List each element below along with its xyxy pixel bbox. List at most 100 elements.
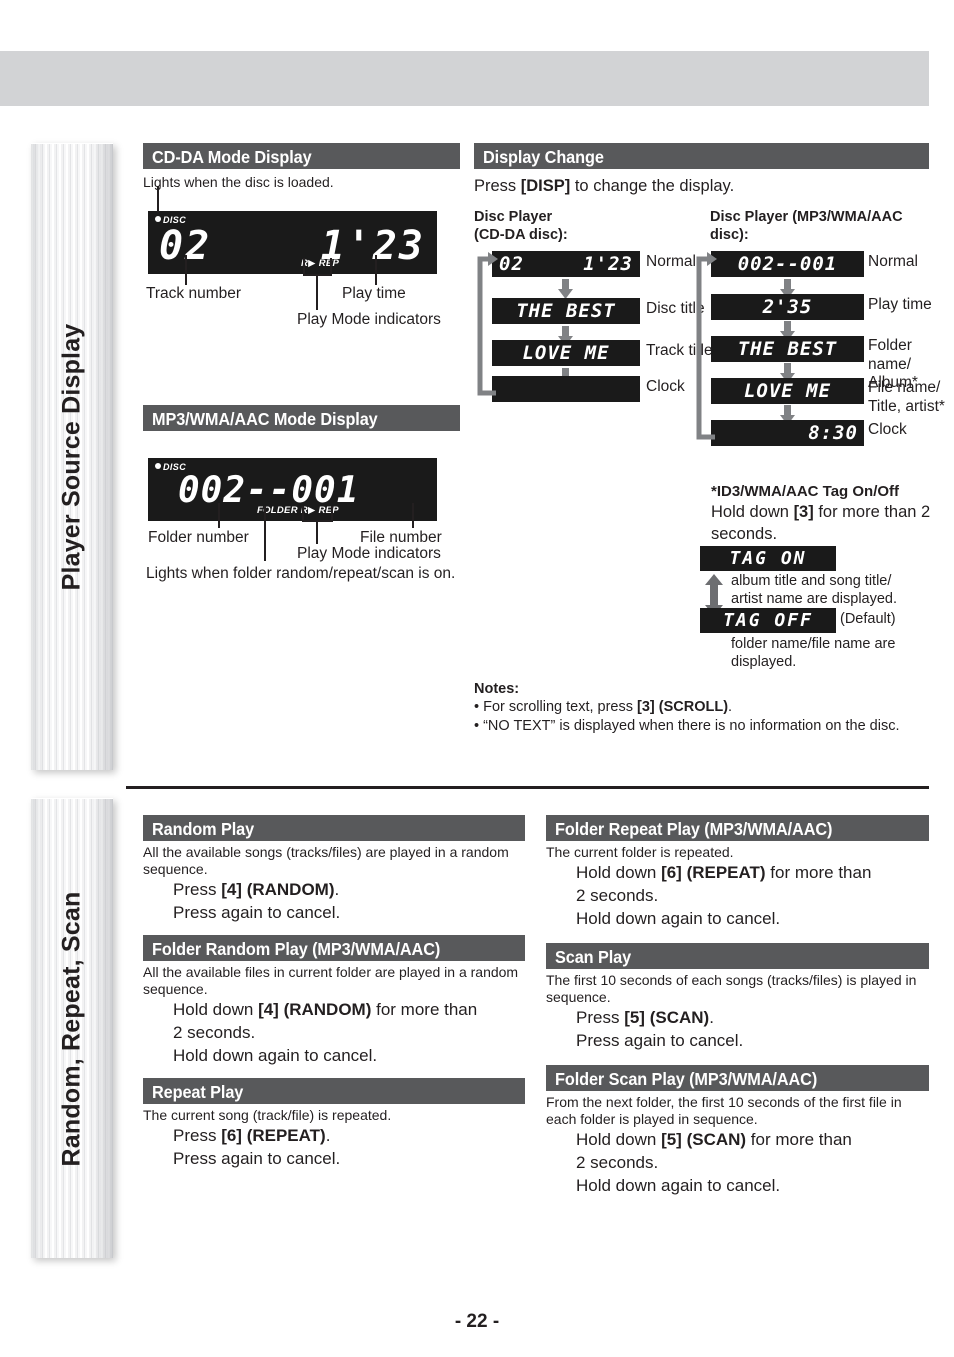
mp3-flow-screen-clock: 8:30	[711, 420, 864, 446]
display-change-header: Display Change	[474, 143, 929, 169]
cd-flow-title: Disc Player (CD-DA disc):	[474, 209, 568, 243]
folder-random-play-step: Hold down again to cancel.	[173, 1046, 378, 1065]
note-item: • “NO TEXT” is displayed when there is n…	[474, 718, 900, 734]
mp3-flow-screen-folder-name: THE BEST	[711, 336, 864, 362]
random-play-desc: All the available songs (tracks/files) a…	[143, 844, 509, 877]
mp3-flow-label-file-name: File name/ Title, artist*	[868, 379, 945, 415]
lcd-play-mode-indicators: FOLDER R▶ REP	[257, 505, 339, 516]
section-folder-random-play: Folder Random Play (MP3/WMA/AAC) All the…	[143, 935, 525, 1067]
repeat-play-step: Press again to cancel.	[173, 1149, 341, 1168]
tag-on-description: album title and song title/ artist name …	[731, 573, 898, 607]
caption-play-mode-indicators: Play Mode indicators	[297, 311, 441, 328]
leader-line-play-time	[375, 255, 377, 285]
mp3-mode-header: MP3/WMA/AAC Mode Display	[143, 405, 460, 431]
folder-scan-play-desc: From the next folder, the first 10 secon…	[546, 1094, 902, 1127]
folder-scan-play-step: Hold down again to cancel.	[576, 1176, 781, 1195]
cd-da-lcd-panel: DISC 02 1'23 R▶ REP	[148, 211, 437, 274]
scan-play-header: Scan Play	[546, 943, 929, 969]
side-tab-random-repeat-scan: Random, Repeat, Scan	[31, 798, 113, 1258]
cd-flow-screen-clock: 8:30	[492, 376, 640, 402]
leader-line-disc	[157, 186, 159, 212]
side-tab-player-source-display: Player Source Display	[31, 143, 113, 770]
folder-repeat-play-header: Folder Repeat Play (MP3/WMA/AAC)	[546, 815, 929, 841]
section-folder-repeat-play: Folder Repeat Play (MP3/WMA/AAC) The cur…	[546, 815, 929, 930]
mp3-flow-title: Disc Player (MP3/WMA/AAC disc):	[710, 209, 903, 243]
mp3-lcd-panel: DISC 002--001 FOLDER R▶ REP	[148, 458, 437, 521]
tag-section-instruction: Hold down [3] for more than 2 seconds.	[711, 503, 931, 543]
folder-random-play-step: Hold down [4] (RANDOM) for more than	[173, 1000, 478, 1019]
mp3-mode-section: MP3/WMA/AAC Mode Display	[143, 405, 460, 431]
cd-flow-screen-normal: 02 1'23	[492, 251, 640, 277]
cd-flow-screen-disc-title: THE BEST	[492, 298, 640, 324]
tag-on-off-section: *ID3/WMA/AAC Tag On/Off Hold down [3] fo…	[711, 482, 936, 545]
folder-repeat-play-step: Hold down again to cancel.	[576, 909, 781, 928]
note-item: • For scrolling text, press [3] (SCROLL)…	[474, 699, 733, 715]
mp3-flow-loop-connector	[691, 251, 717, 451]
folder-random-play-desc: All the available files in current folde…	[143, 964, 519, 997]
repeat-play-step: Press [6] (REPEAT).	[173, 1126, 331, 1145]
tag-off-default-label: (Default)	[840, 611, 896, 627]
mp3-flow-label-normal: Normal	[868, 253, 918, 270]
mp3-flow-screen-normal: 002--001	[711, 251, 864, 277]
cd-flow-loop-connector	[472, 251, 498, 406]
leader-line-folder-number	[218, 503, 220, 528]
scan-play-step: Press [5] (SCAN).	[576, 1008, 714, 1027]
repeat-play-header: Repeat Play	[143, 1078, 525, 1104]
cd-da-loaded-note: Lights when the disc is loaded.	[143, 174, 334, 190]
notes-block: Notes: • For scrolling text, press [3] (…	[474, 681, 934, 736]
cd-flow-screen-track-title: LOVE ME	[492, 340, 640, 366]
tag-off-screen: TAG OFF	[700, 608, 836, 633]
play-modes-right-column: Folder Repeat Play (MP3/WMA/AAC) The cur…	[546, 815, 929, 1197]
caption-folder-number: Folder number	[148, 529, 249, 546]
tag-off-description: folder name/file name are displayed.	[731, 636, 896, 670]
folder-repeat-play-desc: The current folder is repeated.	[546, 844, 734, 860]
folder-random-play-header: Folder Random Play (MP3/WMA/AAC)	[143, 935, 525, 961]
top-banner-band	[0, 51, 929, 106]
leader-line-folder-indicator	[264, 506, 266, 561]
mp3-flow-label-play-time: Play time	[868, 296, 932, 313]
mp3-flow-label-clock: Clock	[868, 421, 907, 438]
repeat-play-desc: The current song (track/file) is repeate…	[143, 1107, 392, 1123]
folder-repeat-play-step: Hold down [6] (REPEAT) for more than	[576, 863, 872, 882]
lcd-play-mode-indicators: R▶ REP	[301, 258, 340, 269]
caption-play-time: Play time	[342, 285, 406, 302]
side-tab-label: Player Source Display	[57, 323, 86, 591]
folder-random-play-step: 2 seconds.	[173, 1023, 256, 1042]
scan-play-step: Press again to cancel.	[576, 1031, 744, 1050]
section-repeat-play: Repeat Play The current song (track/file…	[143, 1078, 525, 1170]
scan-play-desc: The first 10 seconds of each songs (trac…	[546, 972, 917, 1005]
cd-flow-label-normal: Normal	[646, 253, 696, 270]
mp3-flow-screen-file-name: LOVE ME	[711, 378, 864, 404]
random-play-step: Press [4] (RANDOM).	[173, 880, 340, 899]
cd-da-mode-section: CD-DA Mode Display Lights when the disc …	[143, 143, 460, 191]
side-tab-label: Random, Repeat, Scan	[57, 891, 86, 1166]
display-change-section: Display Change Press [DISP] to change th…	[474, 143, 929, 198]
section-divider-rule	[126, 786, 929, 789]
leader-line-track-number	[185, 255, 187, 285]
random-play-step: Press again to cancel.	[173, 903, 341, 922]
leader-line-file-number	[412, 503, 414, 528]
folder-scan-play-step: 2 seconds.	[576, 1153, 659, 1172]
display-change-intro: Press [DISP] to change the display.	[474, 177, 735, 195]
cd-flow-label-clock: Clock	[646, 378, 685, 395]
random-play-header: Random Play	[143, 815, 525, 841]
mp3-flow-screen-play-time: 2'35	[711, 294, 864, 320]
page-number: - 22 -	[454, 1311, 500, 1332]
flow-arrow-down-icon	[557, 279, 574, 299]
caption-folder-lights-note: Lights when folder random/repeat/scan is…	[146, 565, 456, 582]
section-folder-scan-play: Folder Scan Play (MP3/WMA/AAC) From the …	[546, 1065, 929, 1197]
caption-track-number: Track number	[146, 285, 242, 302]
caption-mp3-play-mode-indicators: Play Mode indicators	[297, 545, 441, 562]
folder-scan-play-step: Hold down [5] (SCAN) for more than	[576, 1130, 852, 1149]
tag-on-screen: TAG ON	[700, 546, 836, 571]
section-scan-play: Scan Play The first 10 seconds of each s…	[546, 943, 929, 1052]
folder-repeat-play-step: 2 seconds.	[576, 886, 659, 905]
cd-da-mode-header: CD-DA Mode Display	[143, 143, 460, 169]
tag-section-title: *ID3/WMA/AAC Tag On/Off	[711, 483, 900, 500]
section-random-play: Random Play All the available songs (tra…	[143, 815, 525, 924]
play-modes-left-column: Random Play All the available songs (tra…	[143, 815, 525, 1170]
leader-bracket-mp3-playmode-stem	[316, 520, 318, 544]
leader-bracket-playmode-stem	[316, 274, 318, 310]
folder-scan-play-header: Folder Scan Play (MP3/WMA/AAC)	[546, 1065, 929, 1091]
notes-title: Notes:	[474, 681, 520, 697]
